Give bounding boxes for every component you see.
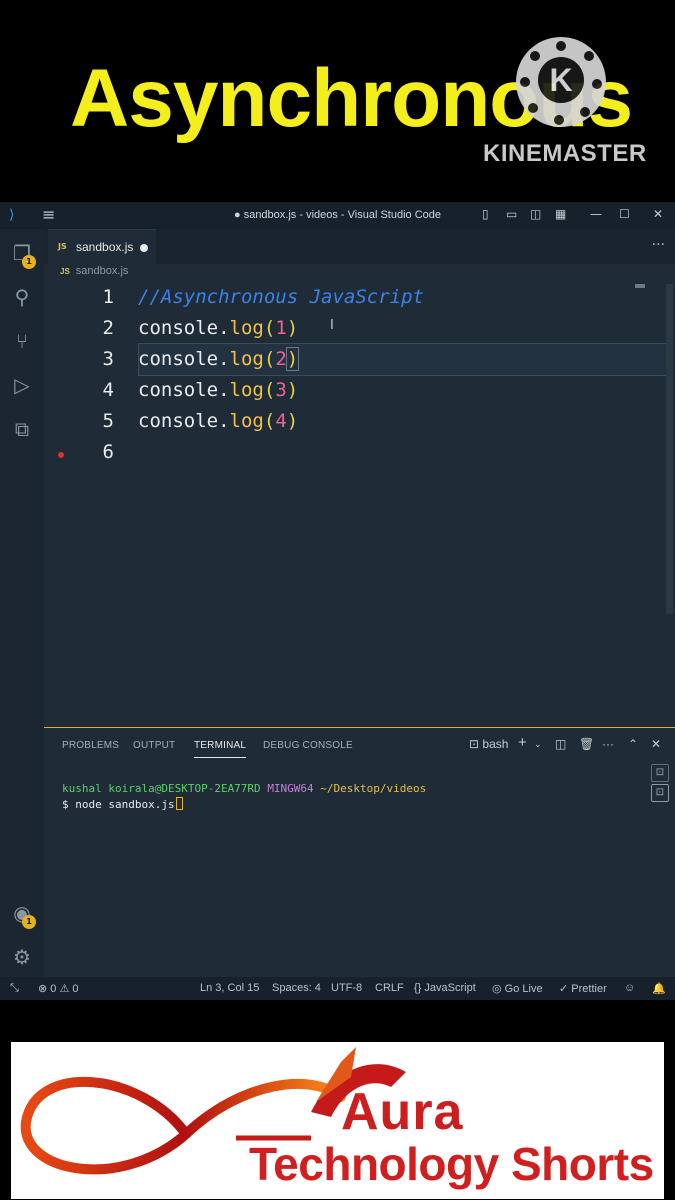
run-debug-icon[interactable]: ▷ (10, 373, 34, 397)
terminal-cursor (175, 797, 183, 810)
split-terminal-icon[interactable]: ◫ (555, 737, 566, 751)
more-actions-icon[interactable]: ··· (602, 737, 614, 751)
toggle-secondary-sidebar-icon[interactable]: ◫ (530, 207, 541, 221)
code-line[interactable]: 4 console.log(3) (44, 375, 644, 406)
eol-status[interactable]: CRLF (375, 982, 404, 994)
more-actions-icon[interactable]: ··· (652, 237, 665, 253)
braces-icon: {} (414, 982, 422, 994)
problems-status[interactable]: ⊗ 0 ⚠ 0 (38, 982, 79, 995)
chevron-down-icon[interactable]: ⌄ (534, 739, 542, 750)
kinemaster-watermark: KINEMASTER (483, 140, 647, 167)
gear-icon[interactable]: ⚙ (10, 945, 34, 969)
terminal-shell-selector[interactable]: ⊡ bash (469, 737, 508, 751)
terminal-list-icon[interactable]: ⊡ (651, 764, 669, 782)
encoding-status[interactable]: UTF-8 (331, 982, 362, 994)
code-comment: //Asynchronous JavaScript (138, 286, 424, 308)
js-file-icon: JS (60, 267, 70, 276)
line-number: 3 (102, 348, 114, 370)
line-number: 5 (102, 410, 114, 432)
bell-icon[interactable]: 🔔 (652, 982, 666, 995)
code-editor[interactable]: I 1 //Asynchronous JavaScript 2 console.… (44, 282, 675, 727)
tab-terminal[interactable]: TERMINAL (194, 740, 247, 758)
prettier-status[interactable]: ✓ Prettier (559, 982, 607, 995)
video-banner: Asynchronous K KINEMASTER (0, 0, 675, 202)
customize-layout-icon[interactable]: ▦ (555, 207, 566, 221)
vscode-window: ⟩ ≡ ● sandbox.js - videos - Visual Studi… (0, 202, 675, 1000)
tab-output[interactable]: OUTPUT (133, 740, 175, 751)
line-number: 6 (102, 441, 114, 463)
toggle-sidebar-icon[interactable]: ▯ (482, 207, 489, 221)
code-statement: console.log(2) (138, 347, 300, 371)
terminal-active-icon[interactable]: ⊡ (651, 784, 669, 802)
tab-problems[interactable]: PROBLEMS (62, 740, 119, 751)
tab-debug-console[interactable]: DEBUG CONSOLE (263, 740, 353, 751)
kinemaster-letter: K (538, 57, 584, 103)
close-panel-icon[interactable]: ✕ (651, 737, 661, 751)
code-line[interactable]: 5 console.log(4) (44, 406, 644, 437)
status-bar: ⤡ ⊗ 0 ⚠ 0 Ln 3, Col 15 Spaces: 4 UTF-8 C… (0, 977, 675, 1000)
tab-label: sandbox.js (76, 240, 134, 254)
search-icon[interactable]: ⚲ (10, 285, 34, 309)
brand-logo: Aura Technology Shorts (11, 1042, 664, 1199)
breadcrumb[interactable]: JS sandbox.js (60, 265, 128, 277)
line-number: 2 (102, 317, 114, 339)
brand-tagline: Technology Shorts (249, 1138, 654, 1190)
code-line[interactable]: 6 (44, 437, 644, 468)
indentation-status[interactable]: Spaces: 4 (272, 982, 321, 994)
cursor-position[interactable]: Ln 3, Col 15 (200, 982, 259, 994)
check-double-icon: ✓ (559, 983, 569, 995)
line-number: 1 (102, 286, 114, 308)
bottom-panel: PROBLEMS OUTPUT TERMINAL DEBUG CONSOLE ⊡… (44, 727, 675, 977)
code-line[interactable]: 1 //Asynchronous JavaScript (44, 282, 644, 313)
code-statement: console.log(1) (138, 317, 299, 339)
extensions-icon[interactable]: ⧉ (10, 417, 34, 441)
editor-scrollbar[interactable] (666, 284, 673, 614)
activity-bar: ❐ 1 ⚲ ⑂ ▷ ⧉ ◉ 1 ⚙ (0, 229, 44, 977)
editor-tab-bar: JS sandbox.js ··· (44, 229, 675, 264)
code-line[interactable]: 3 console.log(2) (44, 344, 644, 375)
maximize-panel-icon[interactable]: ⌃ (628, 737, 638, 751)
line-number: 4 (102, 379, 114, 401)
explorer-badge: 1 (22, 255, 36, 269)
code-line[interactable]: 2 console.log(1) (44, 313, 644, 344)
brand-name: Aura (341, 1083, 464, 1141)
tab-sandbox-js[interactable]: JS sandbox.js (48, 229, 156, 264)
broadcast-icon: ◎ (492, 983, 502, 995)
unsaved-dot-icon[interactable] (140, 244, 148, 252)
terminal-prompt-info: kushal koirala@DESKTOP-2EA77RD MINGW64 ~… (62, 782, 427, 795)
feedback-icon[interactable]: ☺ (624, 982, 635, 994)
maximize-icon[interactable]: ☐ (619, 207, 630, 221)
trash-icon[interactable]: 🗑 (579, 737, 594, 751)
js-file-icon: JS (58, 242, 67, 251)
code-statement: console.log(4) (138, 410, 299, 432)
breakpoint-icon[interactable] (58, 452, 64, 458)
window-title: ● sandbox.js - videos - Visual Studio Co… (234, 209, 441, 221)
shell-name: bash (482, 737, 509, 751)
code-statement: console.log(3) (138, 379, 299, 401)
breadcrumb-file[interactable]: sandbox.js (76, 265, 129, 277)
source-control-icon[interactable]: ⑂ (10, 329, 34, 353)
language-status[interactable]: {} JavaScript (414, 982, 476, 994)
accounts-badge: 1 (22, 915, 36, 929)
terminal-input-line[interactable]: $ node sandbox.js (62, 797, 183, 812)
minimize-icon[interactable]: — (590, 207, 602, 221)
title-bar: ⟩ ≡ ● sandbox.js - videos - Visual Studi… (0, 202, 675, 229)
close-icon[interactable]: ✕ (653, 207, 663, 221)
kinemaster-logo-icon: K (516, 37, 606, 127)
go-live-button[interactable]: ◎ Go Live (492, 982, 543, 995)
new-terminal-icon[interactable]: + (518, 734, 527, 751)
toggle-panel-icon[interactable]: ▭ (506, 207, 517, 221)
remote-icon[interactable]: ⤡ (10, 982, 19, 995)
terminal-icon: ⊡ (469, 737, 480, 751)
